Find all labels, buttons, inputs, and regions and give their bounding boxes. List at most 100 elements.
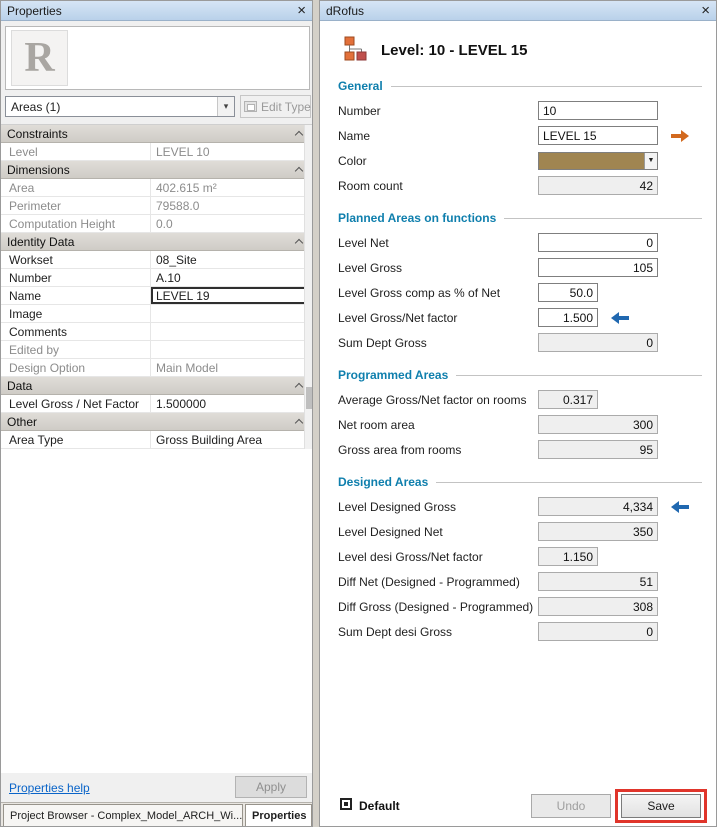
net-room-area-input[interactable]	[538, 415, 658, 434]
scrollbar-thumb[interactable]	[306, 387, 312, 409]
swatch-dropdown-icon[interactable]: ▼	[644, 153, 657, 169]
revit-family-thumbnail: R	[11, 30, 68, 86]
collapse-chevron-icon[interactable]	[295, 167, 303, 175]
field-row-level-gross-comp-as-of-net: Level Gross comp as % of Net	[320, 280, 716, 305]
section-header-general: General	[338, 79, 702, 93]
grid-section-identity-data[interactable]: Identity Data	[1, 233, 312, 251]
edit-type-icon	[244, 101, 257, 112]
field-row-name: Name	[320, 123, 716, 148]
properties-help-link[interactable]: Properties help	[9, 781, 90, 795]
property-value-area[interactable]: 402.615 m²	[151, 179, 312, 196]
tab-project-browser-complex-model-[interactable]: Project Browser - Complex_Model_ARCH_Wi.…	[3, 804, 243, 826]
collapse-chevron-icon[interactable]	[295, 131, 303, 139]
type-selector-value: Areas (1)	[6, 100, 217, 114]
save-button[interactable]: Save	[621, 794, 701, 818]
field-label: Room count	[338, 179, 538, 193]
sum-dept-gross-input[interactable]	[538, 333, 658, 352]
level-designed-net-input[interactable]	[538, 522, 658, 541]
grid-section-data[interactable]: Data	[1, 377, 312, 395]
edit-type-button[interactable]: Edit Type	[240, 95, 311, 118]
property-row: Perimeter79588.0	[1, 197, 312, 215]
room-count-input[interactable]	[538, 176, 658, 195]
field-label: Gross area from rooms	[338, 443, 538, 457]
property-row: Image	[1, 305, 312, 323]
field-row-level-gross: Level Gross	[320, 255, 716, 280]
pull-left-arrow-icon[interactable]	[670, 500, 690, 514]
section-header-programmed-areas: Programmed Areas	[338, 368, 702, 382]
level-designed-gross-input[interactable]	[538, 497, 658, 516]
field-label: Average Gross/Net factor on rooms	[338, 393, 538, 407]
grid-section-label: Data	[7, 379, 296, 393]
property-value-edited-by[interactable]	[151, 341, 312, 358]
property-value-computation-height[interactable]: 0.0	[151, 215, 312, 232]
apply-button[interactable]: Apply	[235, 776, 307, 798]
field-row-diff-net-designed-programmed: Diff Net (Designed - Programmed)	[320, 569, 716, 594]
close-icon[interactable]: ×	[297, 3, 306, 18]
field-label: Level Gross	[338, 261, 538, 275]
property-label-number: Number	[1, 269, 151, 286]
property-value-image[interactable]	[151, 305, 312, 322]
collapse-chevron-icon[interactable]	[295, 419, 303, 427]
level-desi-gross-net-factor-input[interactable]	[538, 547, 598, 566]
collapse-chevron-icon[interactable]	[295, 239, 303, 247]
diff-gross-designed-programmed-input[interactable]	[538, 597, 658, 616]
bottom-tabs: Project Browser - Complex_Model_ARCH_Wi.…	[1, 802, 312, 826]
close-icon[interactable]: ×	[701, 3, 710, 18]
push-right-arrow-icon[interactable]	[670, 129, 690, 143]
scrollbar[interactable]	[304, 125, 312, 449]
property-value-perimeter[interactable]: 79588.0	[151, 197, 312, 214]
type-selector[interactable]: Areas (1) ▾	[5, 96, 235, 117]
property-value-workset[interactable]: 08_Site	[151, 251, 312, 268]
section-divider	[391, 86, 702, 87]
field-label: Net room area	[338, 418, 538, 432]
average-gross-net-factor-on-rooms-input[interactable]	[538, 390, 598, 409]
default-label: Default	[359, 799, 400, 813]
pull-left-arrow-icon[interactable]	[610, 311, 630, 325]
level-net-input[interactable]	[538, 233, 658, 252]
field-row-gross-area-from-rooms: Gross area from rooms	[320, 437, 716, 462]
property-value-area-type[interactable]: Gross Building Area	[151, 431, 312, 448]
level-gross-net-factor-input[interactable]	[538, 308, 598, 327]
number-input[interactable]	[538, 101, 658, 120]
level-gross-input[interactable]	[538, 258, 658, 277]
grid-section-constraints[interactable]: Constraints	[1, 125, 312, 143]
grid-section-dimensions[interactable]: Dimensions	[1, 161, 312, 179]
field-row-level-designed-net: Level Designed Net	[320, 519, 716, 544]
field-row-number: Number	[320, 98, 716, 123]
collapse-chevron-icon[interactable]	[295, 383, 303, 391]
property-value-comments[interactable]	[151, 323, 312, 340]
property-row: Computation Height0.0	[1, 215, 312, 233]
type-preview: R	[5, 26, 310, 90]
property-row: NumberA.10	[1, 269, 312, 287]
property-label-level-gross-net-factor: Level Gross / Net Factor	[1, 395, 151, 412]
default-control[interactable]: Default	[340, 797, 400, 814]
field-label: Level Designed Net	[338, 525, 538, 539]
gross-area-from-rooms-input[interactable]	[538, 440, 658, 459]
grid-section-label: Identity Data	[7, 235, 296, 249]
properties-titlebar: Properties ×	[1, 1, 312, 21]
level-gross-comp-as-of-net-input[interactable]	[538, 283, 598, 302]
property-label-computation-height: Computation Height	[1, 215, 151, 232]
property-value-design-option[interactable]: Main Model	[151, 359, 312, 376]
field-label: Level Designed Gross	[338, 500, 538, 514]
chevron-down-icon[interactable]: ▾	[217, 97, 234, 116]
property-value-name[interactable]: LEVEL 19	[151, 287, 312, 304]
tab-properties[interactable]: Properties	[245, 804, 312, 826]
undo-button[interactable]: Undo	[531, 794, 611, 818]
section-header-planned-areas-on-functions: Planned Areas on functions	[338, 211, 702, 225]
field-label: Number	[338, 104, 538, 118]
color-swatch[interactable]: ▼	[538, 152, 658, 170]
sum-dept-desi-gross-input[interactable]	[538, 622, 658, 641]
property-value-level[interactable]: LEVEL 10	[151, 143, 312, 160]
properties-panel: Properties × R Areas (1) ▾ Edit Type Con…	[0, 0, 313, 827]
diff-net-designed-programmed-input[interactable]	[538, 572, 658, 591]
property-value-level-gross-net-factor[interactable]: 1.500000	[151, 395, 312, 412]
field-label: Level Gross/Net factor	[338, 311, 538, 325]
field-row-level-gross-net-factor: Level Gross/Net factor	[320, 305, 716, 330]
grid-section-other[interactable]: Other	[1, 413, 312, 431]
section-title: Planned Areas on functions	[338, 211, 496, 225]
property-label-workset: Workset	[1, 251, 151, 268]
name-input[interactable]	[538, 126, 658, 145]
property-label-level: Level	[1, 143, 151, 160]
property-value-number[interactable]: A.10	[151, 269, 312, 286]
